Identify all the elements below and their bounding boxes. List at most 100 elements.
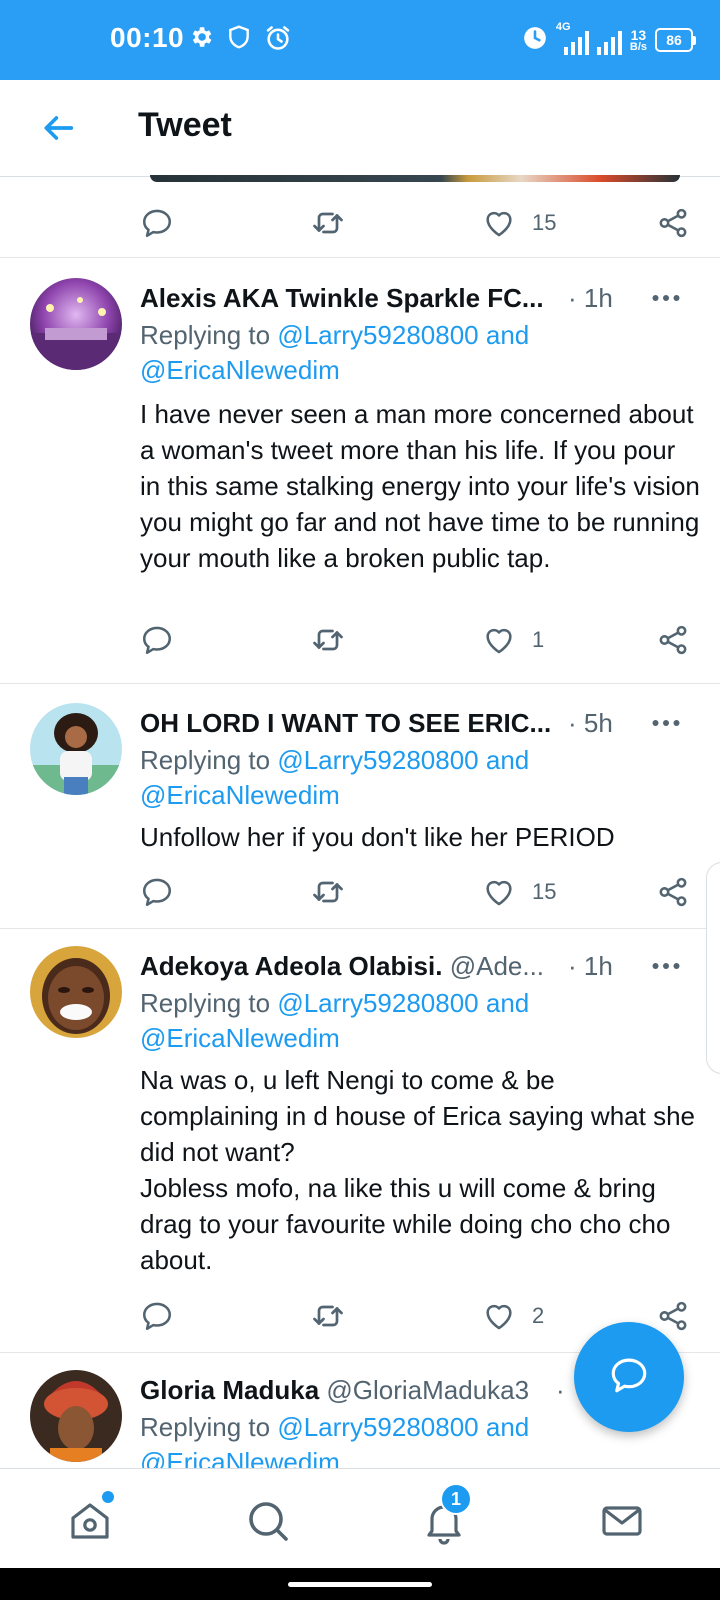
retweet-icon	[310, 205, 346, 241]
mention-link[interactable]: @EricaNlewedim	[140, 1447, 340, 1468]
compose-button[interactable]	[574, 1322, 684, 1432]
compose-icon	[608, 1354, 650, 1401]
author-line: Alexis AKA Twinkle Sparkle FC...	[140, 278, 560, 318]
like-heart-icon	[482, 206, 516, 240]
tweet-actions: 1	[0, 600, 720, 680]
home-gesture-pill[interactable]	[288, 1582, 432, 1587]
more-icon[interactable]	[648, 280, 684, 316]
avatar[interactable]	[30, 703, 122, 795]
like-count: 15	[532, 879, 557, 904]
bottom-navigation: 1	[0, 1468, 720, 1569]
retweet-button[interactable]	[310, 183, 346, 263]
author-line: Gloria Maduka @GloriaMaduka3	[140, 1370, 570, 1410]
like-heart-icon	[482, 623, 516, 657]
top-app-bar: Tweet	[0, 80, 720, 177]
author-name[interactable]: Adekoya Adeola Olabisi.	[140, 951, 442, 981]
notifications-bell-icon[interactable]: 1	[420, 1483, 472, 1545]
shield-icon	[226, 24, 252, 55]
like-count: 2	[532, 1303, 545, 1328]
reply-icon	[140, 206, 174, 240]
like-heart-icon	[482, 1299, 516, 1333]
replying-to: Replying to @Larry59280800 and @EricaNle…	[140, 988, 530, 1053]
tweet-text: I have never seen a man more concerned a…	[140, 399, 708, 573]
share-icon	[656, 623, 690, 657]
author-name[interactable]: OH LORD I WANT TO SEE ERIC...	[140, 708, 551, 738]
messages-mail-icon[interactable]	[598, 1497, 646, 1545]
author-handle[interactable]: @Ade...	[450, 951, 544, 981]
settings-gear-icon	[188, 24, 214, 55]
like-heart-icon	[482, 875, 516, 909]
tweet-time: · 5h	[568, 708, 613, 738]
avatar[interactable]	[30, 1370, 122, 1462]
retweet-button[interactable]	[310, 600, 346, 680]
author-name[interactable]: Alexis AKA Twinkle Sparkle FC...	[140, 283, 544, 313]
signal-icon	[596, 25, 622, 55]
more-icon[interactable]	[648, 705, 684, 741]
battery-indicator: 86	[655, 28, 696, 52]
more-icon[interactable]	[648, 948, 684, 984]
share-button[interactable]	[656, 600, 690, 680]
reply-button[interactable]	[140, 1276, 174, 1356]
retweet-button[interactable]	[310, 1276, 346, 1356]
tweet-text: Na was o, u left Nengi to come & be comp…	[140, 1065, 695, 1275]
share-icon	[656, 1299, 690, 1333]
like-count: 1	[532, 627, 545, 652]
retweet-button[interactable]	[310, 852, 346, 932]
mention-link[interactable]: @EricaNlewedim	[140, 1023, 340, 1053]
mention-link[interactable]: @Larry59280800	[277, 745, 478, 775]
mention-link[interactable]: @Larry59280800	[277, 988, 478, 1018]
system-navigation-bar	[0, 1568, 720, 1600]
status-bar: 00:10 4G 13 B/s 86	[0, 0, 720, 80]
share-icon	[656, 875, 690, 909]
replying-to: Replying to @Larry59280800 and @EricaNle…	[140, 745, 530, 810]
search-icon[interactable]	[244, 1497, 292, 1545]
alarm-icon	[522, 25, 548, 56]
like-count: 15	[532, 210, 557, 235]
share-icon	[656, 206, 690, 240]
home-icon[interactable]	[66, 1489, 116, 1545]
like-button[interactable]: 15	[482, 852, 556, 932]
tweet-time: ·	[556, 1375, 565, 1405]
reply-button[interactable]	[140, 600, 174, 680]
divider	[0, 257, 720, 258]
back-arrow-icon[interactable]	[38, 108, 78, 148]
avatar[interactable]	[30, 278, 122, 370]
avatar[interactable]	[30, 946, 122, 1038]
share-button[interactable]	[656, 183, 690, 263]
replying-to: Replying to @Larry59280800 and @EricaNle…	[140, 320, 530, 385]
reply-icon	[140, 1299, 174, 1333]
mention-link[interactable]: @EricaNlewedim	[140, 780, 340, 810]
tweet-actions: 15	[0, 183, 720, 263]
retweet-icon	[310, 1298, 346, 1334]
page-title: Tweet	[138, 106, 232, 144]
author-handle[interactable]: @GloriaMaduka3	[326, 1375, 529, 1405]
mention-link[interactable]: @Larry59280800	[277, 1412, 478, 1442]
signal-4g-icon: 4G	[556, 21, 589, 55]
divider	[0, 928, 720, 929]
notifications-badge: 1	[440, 1483, 472, 1515]
network-speed: 13 B/s	[629, 26, 647, 53]
status-time: 00:10	[110, 22, 185, 53]
alarm-icon	[264, 24, 292, 57]
reply-button[interactable]	[140, 183, 174, 263]
share-button[interactable]	[656, 852, 690, 932]
like-button[interactable]: 15	[482, 183, 556, 263]
divider	[0, 683, 720, 684]
like-button[interactable]: 2	[482, 1276, 544, 1356]
mention-link[interactable]: @EricaNlewedim	[140, 355, 340, 385]
scroll-edge-handle[interactable]	[706, 862, 720, 1074]
retweet-icon	[310, 874, 346, 910]
author-name[interactable]: Gloria Maduka	[140, 1375, 319, 1405]
mention-link[interactable]: @Larry59280800	[277, 320, 478, 350]
author-line: Adekoya Adeola Olabisi. @Ade...	[140, 946, 560, 986]
author-line: OH LORD I WANT TO SEE ERIC...	[140, 703, 560, 743]
reply-icon	[140, 623, 174, 657]
tweet-actions: 15	[0, 852, 720, 932]
like-button[interactable]: 1	[482, 600, 544, 680]
reply-icon	[140, 875, 174, 909]
retweet-icon	[310, 622, 346, 658]
reply-button[interactable]	[140, 852, 174, 932]
media-image-edge	[150, 175, 680, 182]
tweet-time: · 1h	[568, 951, 613, 981]
tweet-text: Unfollow her if you don't like her PERIO…	[140, 822, 615, 852]
